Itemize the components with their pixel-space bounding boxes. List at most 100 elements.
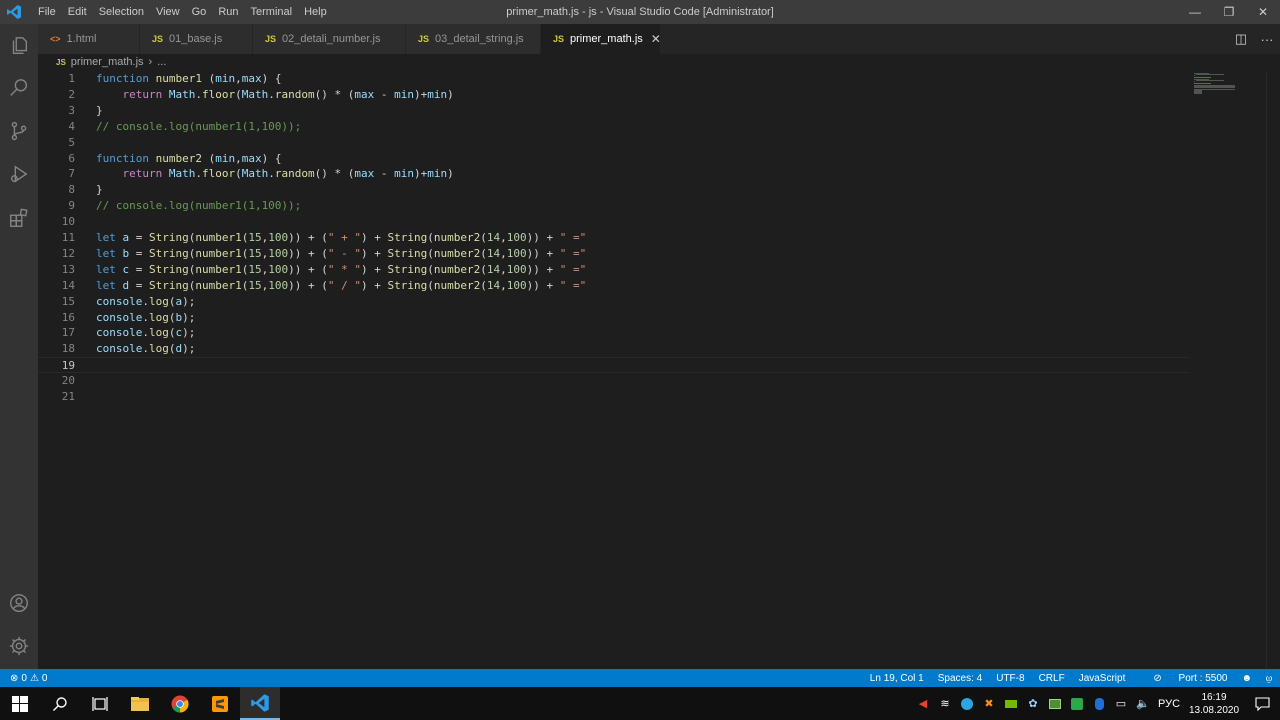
tray-orange-app-icon[interactable]: ✖ xyxy=(978,687,1000,720)
code-line[interactable]: 20 xyxy=(38,373,1190,389)
settings-gear-icon[interactable] xyxy=(0,626,38,666)
code-line[interactable]: 21 xyxy=(38,389,1190,405)
tray-red-app-icon[interactable]: ◀ xyxy=(912,687,934,720)
code-line[interactable]: 6 function number2 (min,max) { xyxy=(38,151,1190,167)
editor-scrollbar[interactable] xyxy=(1266,71,1280,669)
minimize-button[interactable]: — xyxy=(1178,0,1212,24)
tray-monitor-app-icon[interactable] xyxy=(1044,687,1066,720)
tab-1-html[interactable]: <> 1.html xyxy=(38,24,140,54)
run-debug-icon[interactable] xyxy=(0,154,38,194)
code-line[interactable]: 15 console.log(a); xyxy=(38,294,1190,310)
code-line[interactable]: 8} xyxy=(38,182,1190,198)
code-line[interactable]: 19 xyxy=(38,357,1190,374)
code-line[interactable]: 7 return Math.floor(Math.random() * (max… xyxy=(38,166,1190,182)
html-file-icon: <> xyxy=(50,34,61,44)
code-line[interactable]: 10 xyxy=(38,214,1190,230)
problems-indicator[interactable]: ⊗ 0 ⚠ 0 xyxy=(0,673,47,684)
line-number: 6 xyxy=(68,151,75,165)
file-explorer-icon[interactable] xyxy=(120,687,160,720)
cursor-position[interactable]: Ln 19, Col 1 xyxy=(870,673,924,684)
menu-help[interactable]: Help xyxy=(298,0,333,24)
code-line[interactable]: 18 console.log(d); xyxy=(38,341,1190,357)
taskbar-search-icon[interactable] xyxy=(40,687,80,720)
line-number: 14 xyxy=(61,278,75,292)
source-control-icon[interactable] xyxy=(0,111,38,151)
tray-nvidia-icon[interactable] xyxy=(1000,687,1022,720)
search-icon[interactable] xyxy=(0,68,38,108)
line-number: 15 xyxy=(61,294,75,308)
tray-wifi-icon[interactable]: ≋ xyxy=(934,687,956,720)
menu-selection[interactable]: Selection xyxy=(93,0,150,24)
sublime-text-icon[interactable] xyxy=(200,687,240,720)
tab-03-detail-string-js[interactable]: JS 03_detail_string.js xyxy=(406,24,541,54)
tray-battery-icon[interactable]: ▭ xyxy=(1110,687,1132,720)
code-editor[interactable]: 1 function number1 (min,max) {2 return Ma… xyxy=(38,71,1190,669)
account-icon[interactable] xyxy=(0,583,38,623)
language-mode[interactable]: JavaScript xyxy=(1079,673,1126,684)
close-window-button[interactable]: ✕ xyxy=(1246,0,1280,24)
vscode-logo-icon xyxy=(2,0,26,24)
system-tray: ◀ ≋ ✖ ✿ ▭ 🔈 РУС 16:19 13.08.2020 xyxy=(912,687,1280,720)
line-number: 11 xyxy=(61,231,75,244)
tab-02-detali-number-js[interactable]: JS 02_detali_number.js xyxy=(253,24,406,54)
explorer-icon[interactable] xyxy=(0,26,38,66)
line-code: return Math.floor(Math.random() * (max -… xyxy=(122,87,454,101)
code-line[interactable]: 9 // console.log(number1(1,100)); xyxy=(38,198,1190,214)
tray-telegram-icon[interactable] xyxy=(956,687,978,720)
line-number: 3 xyxy=(68,103,75,117)
breadcrumb-symbol[interactable]: ... xyxy=(157,56,166,68)
tray-network-icon[interactable]: ✿ xyxy=(1022,687,1044,720)
editor-tabs: <> 1.html JS 01_base.js JS 02_detali_number.j… xyxy=(38,24,1280,54)
clock[interactable]: 16:19 13.08.2020 xyxy=(1184,691,1244,717)
windows-start-icon[interactable] xyxy=(0,687,40,720)
code-line[interactable]: 5 xyxy=(38,135,1190,151)
code-line[interactable]: 16 console.log(b); xyxy=(38,310,1190,326)
code-line[interactable]: 11 let a = String(number1(15,100)) + (" +… xyxy=(38,230,1190,246)
tray-bluetooth-icon[interactable] xyxy=(1088,687,1110,720)
end-of-line[interactable]: CRLF xyxy=(1039,673,1065,684)
code-line[interactable]: 2 return Math.floor(Math.random() * (max… xyxy=(38,87,1190,103)
minimap-line xyxy=(1194,93,1203,95)
tray-volume-icon[interactable]: 🔈 xyxy=(1132,687,1154,720)
code-line[interactable]: 4 // console.log(number1(1,100)); xyxy=(38,119,1190,135)
menu-run[interactable]: Run xyxy=(212,0,244,24)
encoding[interactable]: UTF-8 xyxy=(996,673,1024,684)
clock-date: 13.08.2020 xyxy=(1188,704,1240,716)
chrome-icon[interactable] xyxy=(160,687,200,720)
menu-go[interactable]: Go xyxy=(186,0,213,24)
minimap-line xyxy=(1194,76,1212,78)
feedback-icon[interactable]: ☻ xyxy=(1241,673,1252,684)
menu-file[interactable]: File xyxy=(32,0,62,24)
code-line[interactable]: 14 let d = String(number1(15,100)) + (" /… xyxy=(38,278,1190,294)
extensions-icon[interactable] xyxy=(0,198,38,238)
code-line[interactable]: 17 console.log(c); xyxy=(38,325,1190,341)
menu-bar: File Edit Selection View Go Run Terminal Help xyxy=(32,0,333,24)
status-bar: ⊗ 0 ⚠ 0 Ln 19, Col 1 Spaces: 4 UTF-8 CRL… xyxy=(0,669,1280,687)
indentation[interactable]: Spaces: 4 xyxy=(938,673,982,684)
close-tab-icon[interactable]: ✕ xyxy=(651,32,661,46)
tab-label: 1.html xyxy=(66,33,97,45)
line-code: let c = String(number1(15,100)) + (" * "… xyxy=(96,262,587,276)
code-line[interactable]: 3} xyxy=(38,103,1190,119)
minimap[interactable] xyxy=(1190,71,1266,669)
breadcrumb-file[interactable]: primer_math.js xyxy=(71,56,144,68)
activity-bar xyxy=(0,24,38,669)
task-view-icon[interactable] xyxy=(80,687,120,720)
menu-terminal[interactable]: Terminal xyxy=(245,0,299,24)
keyboard-language[interactable]: РУС xyxy=(1154,687,1184,720)
maximize-button[interactable]: ❐ xyxy=(1212,0,1246,24)
tab-primer-math-js[interactable]: JS primer_math.js ✕ xyxy=(541,24,661,54)
code-line[interactable]: 13 let c = String(number1(15,100)) + (" *… xyxy=(38,262,1190,278)
split-editor-icon[interactable]: ◫ xyxy=(1228,24,1254,54)
menu-edit[interactable]: Edit xyxy=(62,0,93,24)
vscode-taskbar-icon[interactable] xyxy=(240,687,280,720)
action-center-icon[interactable] xyxy=(1244,687,1280,720)
tray-green-app-icon[interactable] xyxy=(1066,687,1088,720)
menu-view[interactable]: View xyxy=(150,0,186,24)
code-line[interactable]: 1 function number1 (min,max) { xyxy=(38,71,1190,87)
live-server-port[interactable]: ⊘ Port : 5500 xyxy=(1139,673,1227,684)
code-line[interactable]: 12 let b = String(number1(15,100)) + (" -… xyxy=(38,246,1190,262)
more-actions-icon[interactable]: ··· xyxy=(1254,24,1280,54)
notifications-bell-icon[interactable]: ⍹ xyxy=(1266,673,1272,684)
tab-01-base-js[interactable]: JS 01_base.js xyxy=(140,24,253,54)
